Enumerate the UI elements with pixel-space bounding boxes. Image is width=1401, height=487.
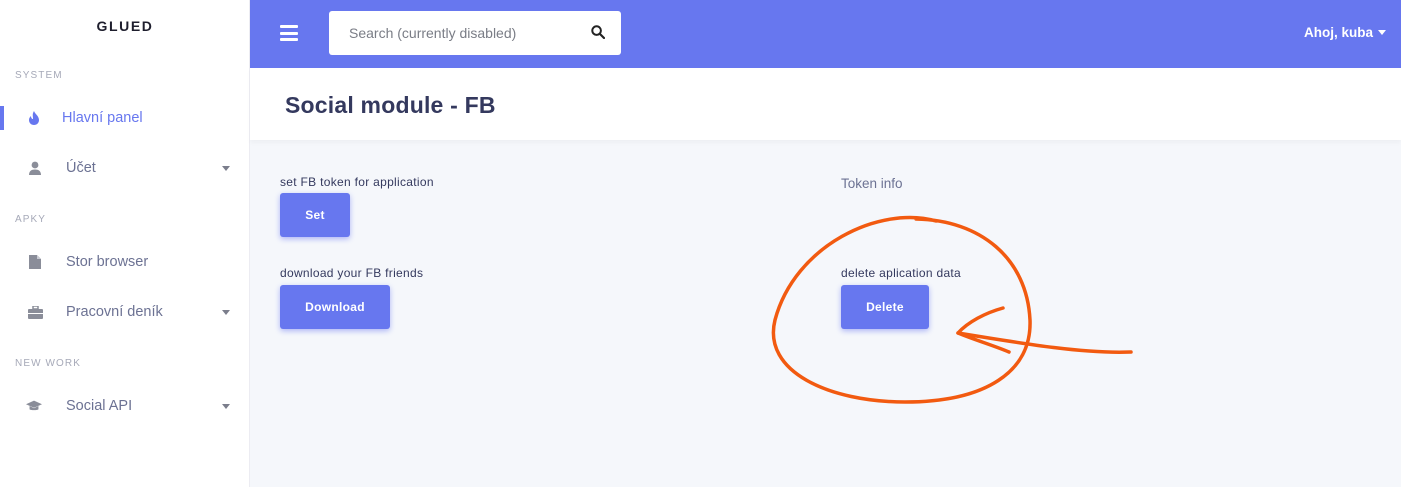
download-friends-label: download your FB friends <box>280 266 424 280</box>
briefcase-icon <box>27 304 43 320</box>
sidebar-item-label: Účet <box>66 160 96 176</box>
file-icon <box>27 254 43 270</box>
sidebar-item-ucet[interactable]: Účet <box>0 146 250 190</box>
sidebar-item-label: Stor browser <box>66 254 149 270</box>
section-header-apky: APKY <box>15 214 47 225</box>
sidebar-item-label: Pracovní deník <box>66 304 163 320</box>
chevron-down-icon <box>1378 30 1386 35</box>
hamburger-menu-icon[interactable] <box>280 25 298 41</box>
chevron-down-icon <box>222 309 230 315</box>
chevron-down-icon <box>222 165 230 171</box>
sidebar-item-stor-browser[interactable]: Stor browser <box>0 240 250 284</box>
user-greeting: Ahoj, kuba <box>1303 25 1373 40</box>
set-token-label: set FB token for application <box>280 175 434 189</box>
delete-button[interactable]: Delete <box>841 285 929 329</box>
brand-logo[interactable]: GLUED <box>0 18 250 34</box>
sidebar-item-pracovni-denik[interactable]: Pracovní deník <box>0 290 250 334</box>
fire-icon <box>26 110 42 126</box>
page-title: Social module - FB <box>285 92 496 118</box>
download-button[interactable]: Download <box>280 285 390 329</box>
sidebar-item-label: Hlavní panel <box>62 110 143 126</box>
sidebar: GLUED SYSTEM Hlavní panel Účet APKY Stor… <box>0 0 250 487</box>
sidebar-item-hlavni-panel[interactable]: Hlavní panel <box>0 96 250 140</box>
section-header-new-work: NEW WORK <box>15 358 82 369</box>
delete-data-label: delete aplication data <box>841 266 962 280</box>
search-input[interactable] <box>329 11 579 55</box>
graduation-cap-icon <box>26 398 42 414</box>
set-button[interactable]: Set <box>280 193 350 237</box>
section-header-system: SYSTEM <box>15 70 63 81</box>
page-header: Social module - FB <box>250 68 1401 140</box>
search-box <box>329 11 621 55</box>
top-navbar: Ahoj, kuba <box>250 0 1401 68</box>
sidebar-item-label: Social API <box>66 398 133 414</box>
token-info-heading: Token info <box>841 176 903 191</box>
sidebar-item-social-api[interactable]: Social API <box>0 384 250 428</box>
user-icon <box>27 160 43 176</box>
search-icon[interactable] <box>591 25 607 41</box>
user-menu[interactable]: Ahoj, kuba <box>1304 25 1386 40</box>
chevron-down-icon <box>222 403 230 409</box>
